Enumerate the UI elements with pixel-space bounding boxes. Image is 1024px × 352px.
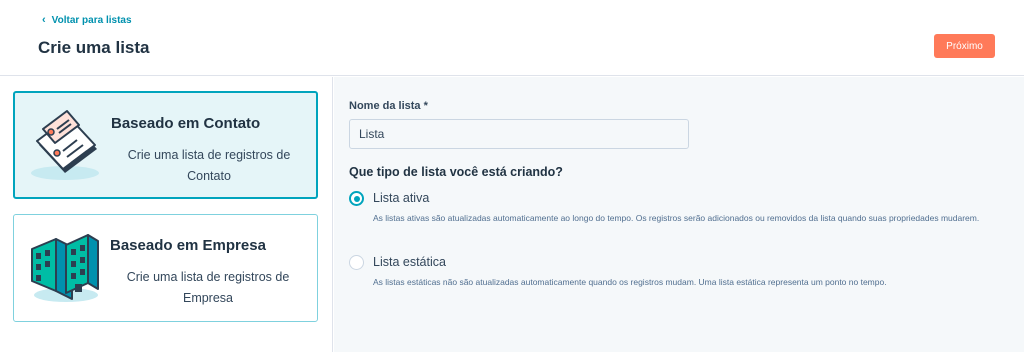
active-list-radio[interactable]: [349, 191, 364, 206]
static-list-label: Lista estática: [373, 255, 446, 269]
list-name-label: Nome da lista *: [349, 100, 428, 112]
card-title: Baseado em Empresa: [110, 237, 266, 254]
contact-based-card[interactable]: Baseado em Contato Crie uma lista de reg…: [13, 91, 318, 199]
company-based-card[interactable]: Baseado em Empresa Crie uma lista de reg…: [13, 214, 318, 322]
next-button[interactable]: Próximo: [934, 34, 995, 58]
list-details-panel: Nome da lista * Que tipo de lista você e…: [334, 77, 1024, 352]
list-type-panel: Baseado em Contato Crie uma lista de reg…: [0, 77, 333, 352]
chevron-left-icon: ‹: [42, 14, 46, 26]
back-to-lists-link[interactable]: ‹ Voltar para listas: [42, 14, 132, 27]
static-list-help: As listas estáticas não são atualizadas …: [373, 277, 887, 287]
active-list-label: Lista ativa: [373, 191, 430, 205]
list-name-input[interactable]: [349, 119, 689, 149]
active-list-help: As listas ativas são atualizadas automat…: [373, 213, 980, 223]
active-list-option[interactable]: Lista ativa As listas ativas são atualiz…: [349, 191, 993, 228]
page-header: ‹ Voltar para listas Crie uma lista Próx…: [0, 0, 1024, 76]
card-description: Crie uma lista de registros de Empresa: [126, 270, 290, 305]
contact-cards-illustration: [31, 110, 99, 180]
company-buildings-illustration: [31, 234, 99, 302]
static-list-radio[interactable]: [349, 255, 364, 270]
page-title: Crie uma lista: [38, 38, 150, 57]
list-type-question: Que tipo de lista você está criando?: [349, 165, 563, 179]
card-description: Crie uma lista de registros de Contato: [127, 148, 291, 183]
back-link-label: Voltar para listas: [51, 15, 132, 26]
static-list-option[interactable]: Lista estática As listas estáticas não s…: [349, 255, 993, 292]
card-title: Baseado em Contato: [111, 115, 261, 132]
